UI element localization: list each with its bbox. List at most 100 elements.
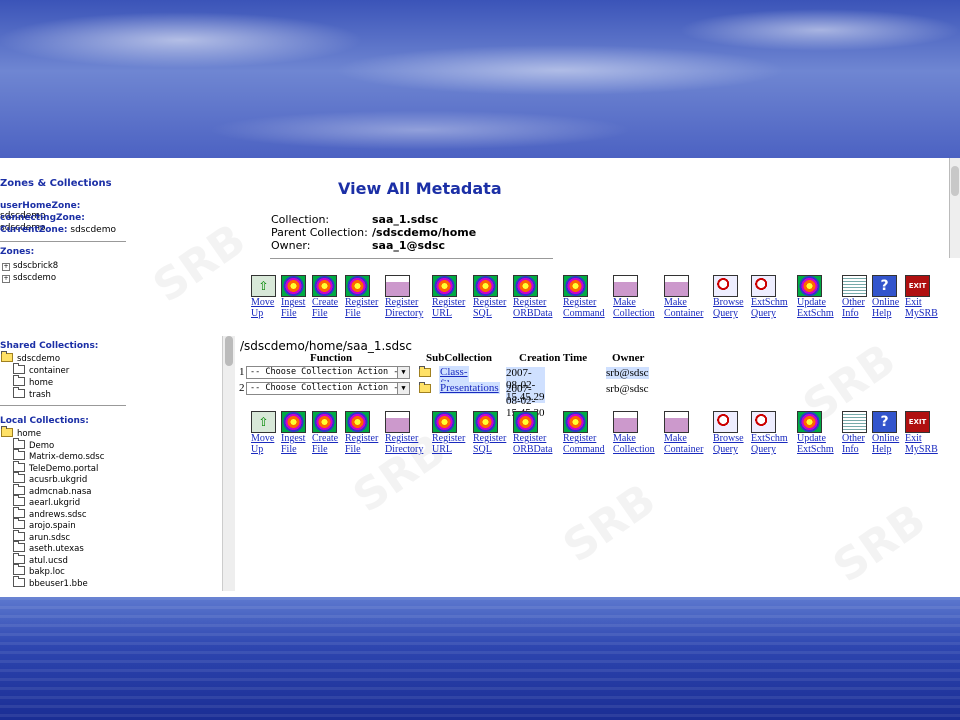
move-up-icon[interactable]: ⇧ <box>251 275 276 297</box>
local-item[interactable]: Matrix-demo.sdsc <box>13 449 104 462</box>
toolbar-button-register-url[interactable]: Register URL <box>432 275 465 319</box>
toolbar-label[interactable]: ORBData <box>513 308 552 319</box>
search-icon[interactable] <box>713 411 738 433</box>
search-icon[interactable] <box>751 275 776 297</box>
toolbar-label[interactable]: Make <box>613 297 645 308</box>
toolbar-button-other-info[interactable]: Other Info <box>842 275 874 319</box>
toolbar-button-make-container[interactable]: Make Container <box>664 411 703 455</box>
toolbar-button-create-file[interactable]: Create File <box>312 275 344 319</box>
toolbar-button-make-container[interactable]: Make Container <box>664 275 703 319</box>
header-scrollbar[interactable] <box>949 158 960 258</box>
toolbar-label[interactable]: Help <box>872 444 904 455</box>
toolbar-label[interactable]: Browse <box>713 297 745 308</box>
document-icon[interactable] <box>613 411 638 433</box>
toolbar-button-register-directory[interactable]: Register Directory <box>385 411 423 455</box>
search-icon[interactable] <box>751 411 776 433</box>
toolbar-button-make-collection[interactable]: Make Collection <box>613 411 655 455</box>
zone-item-sdscbrick8[interactable]: + sdscbrick8 <box>2 261 58 271</box>
toolbar-label[interactable]: Up <box>251 444 283 455</box>
toolbar-label[interactable]: Query <box>751 444 783 455</box>
toolbar-label[interactable]: Exit <box>905 433 937 444</box>
toolbar-label[interactable]: Register <box>473 297 506 308</box>
toolbar-label[interactable]: Register <box>513 297 546 308</box>
toolbar-button-register-url[interactable]: Register URL <box>432 411 465 455</box>
toolbar-label[interactable]: Other <box>842 297 874 308</box>
toolbar-button-register-sql[interactable]: Register SQL <box>473 275 506 319</box>
local-item[interactable]: andrews.sdsc <box>13 507 87 520</box>
toolbar-button-register-file[interactable]: Register File <box>345 275 378 319</box>
toolbar-label[interactable]: Register <box>563 433 596 444</box>
toolbar-label[interactable]: Query <box>713 308 745 319</box>
toolbar-label[interactable]: ExtSchm <box>797 308 834 319</box>
toolbar-label[interactable]: Register <box>432 297 465 308</box>
toolbar-label[interactable]: File <box>312 444 344 455</box>
shared-item[interactable]: home <box>13 375 53 388</box>
toolbar-button-register-file[interactable]: Register File <box>345 411 378 455</box>
toolbar-label[interactable]: Ingest <box>281 433 313 444</box>
toolbar-label[interactable]: Up <box>251 308 283 319</box>
document-icon[interactable] <box>385 275 410 297</box>
help-icon[interactable]: ? <box>872 275 897 297</box>
toolbar-button-register-orbdata[interactable]: Register ORBData <box>513 275 552 319</box>
toolbar-button-other-info[interactable]: Other Info <box>842 411 874 455</box>
toolbar-label[interactable]: Container <box>664 444 703 455</box>
toolbar-label[interactable]: Register <box>513 433 546 444</box>
local-item[interactable]: arun.sdsc <box>13 530 70 543</box>
toolbar-button-online-help[interactable]: ? Online Help <box>872 411 904 455</box>
toolbar-button-register-command[interactable]: Register Command <box>563 411 605 455</box>
toolbar-label[interactable]: Info <box>842 444 874 455</box>
spiral-icon[interactable] <box>432 411 457 433</box>
toolbar-button-exit-mysrb[interactable]: EXIT Exit MySRB <box>905 411 938 455</box>
shared-item[interactable]: trash <box>13 387 51 400</box>
toolbar-button-ingest-file[interactable]: Ingest File <box>281 411 313 455</box>
toolbar-label[interactable]: Make <box>613 433 645 444</box>
toolbar-label[interactable]: Register <box>385 297 418 308</box>
scrollbar-thumb[interactable] <box>225 336 233 366</box>
spiral-icon[interactable] <box>797 275 822 297</box>
document-icon[interactable] <box>664 275 689 297</box>
shared-item[interactable]: container <box>13 363 69 376</box>
toolbar-label[interactable]: SQL <box>473 444 505 455</box>
toolbar-label[interactable]: ExtSchm <box>797 444 834 455</box>
toolbar-button-extschm-query[interactable]: ExtSchm Query <box>751 411 788 455</box>
toolbar-button-create-file[interactable]: Create File <box>312 411 344 455</box>
notepad-icon[interactable] <box>842 411 867 433</box>
move-up-icon[interactable]: ⇧ <box>251 411 276 433</box>
exit-icon[interactable]: EXIT <box>905 275 930 297</box>
toolbar-label[interactable]: Register <box>385 433 418 444</box>
document-icon[interactable] <box>385 411 410 433</box>
chevron-down-icon[interactable]: ▼ <box>397 367 409 378</box>
toolbar-label[interactable]: Query <box>713 444 745 455</box>
expand-icon[interactable]: + <box>2 263 10 271</box>
local-item[interactable]: Demo <box>13 438 54 451</box>
toolbar-label[interactable]: Create <box>312 297 344 308</box>
toolbar-label[interactable]: Online <box>872 297 904 308</box>
local-item[interactable]: aearl.ukgrid <box>13 495 80 508</box>
content-scrollbar[interactable] <box>222 336 235 591</box>
toolbar-button-move-up[interactable]: ⇧ Move Up <box>251 411 283 455</box>
toolbar-label[interactable]: Directory <box>385 308 423 319</box>
toolbar-label[interactable]: URL <box>432 444 464 455</box>
toolbar-label[interactable]: Update <box>797 297 829 308</box>
toolbar-label[interactable]: Register <box>473 433 506 444</box>
toolbar-label[interactable]: Make <box>664 433 696 444</box>
toolbar-label[interactable]: SQL <box>473 308 505 319</box>
spiral-icon[interactable] <box>312 411 337 433</box>
toolbar-label[interactable]: File <box>345 444 377 455</box>
toolbar-label[interactable]: ExtSchm <box>751 433 788 444</box>
document-icon[interactable] <box>664 411 689 433</box>
local-item[interactable]: bakp.loc <box>13 564 65 577</box>
toolbar-label[interactable]: File <box>281 444 313 455</box>
toolbar-label[interactable]: Move <box>251 433 283 444</box>
toolbar-button-exit-mysrb[interactable]: EXIT Exit MySRB <box>905 275 938 319</box>
local-item[interactable]: TeleDemo.portal <box>13 461 98 474</box>
spiral-icon[interactable] <box>312 275 337 297</box>
shared-root-sdscdemo[interactable]: sdscdemo <box>1 351 60 364</box>
help-icon[interactable]: ? <box>872 411 897 433</box>
toolbar-button-online-help[interactable]: ? Online Help <box>872 275 904 319</box>
spiral-icon[interactable] <box>513 275 538 297</box>
toolbar-label[interactable]: Register <box>345 433 378 444</box>
toolbar-label[interactable]: Move <box>251 297 283 308</box>
toolbar-label[interactable]: Collection <box>613 308 655 319</box>
toolbar-button-browse-query[interactable]: Browse Query <box>713 411 745 455</box>
